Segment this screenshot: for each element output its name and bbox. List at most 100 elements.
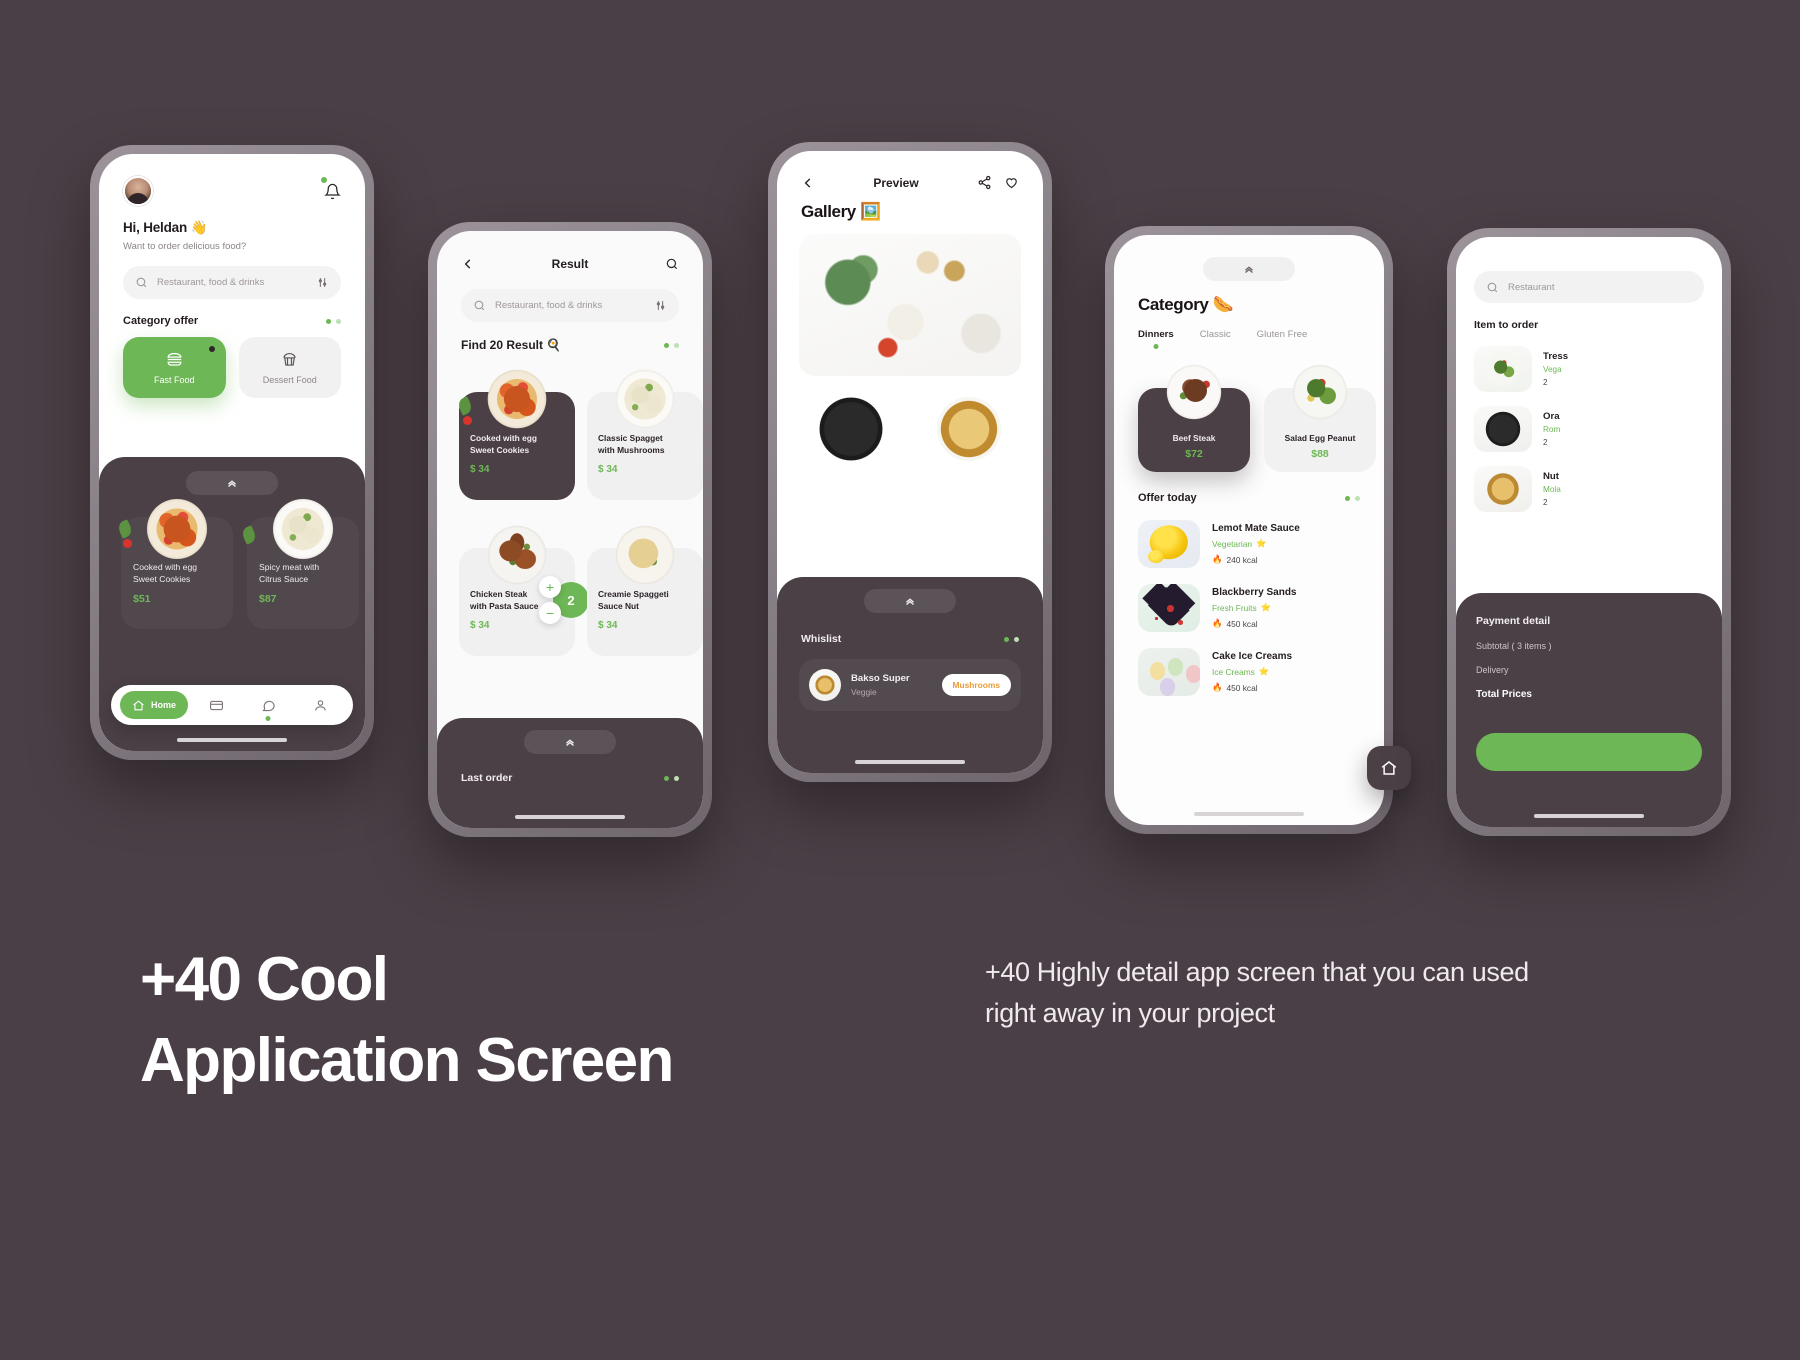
order-item-list: Tress Vega 2 Ora Rom 2 Nut Mola 2 xyxy=(1456,339,1722,519)
whishlist-item-name: Bakso Super xyxy=(851,673,910,684)
order-item-name: Ora xyxy=(1543,411,1560,422)
search-input[interactable]: Restaurant, food & drinks xyxy=(157,277,307,288)
result-row-2: + − 2 Chicken Steak with Pasta Sauce $ 3… xyxy=(437,514,703,656)
result-name-line2: Sauce Nut xyxy=(598,601,639,612)
offer-item[interactable]: Cake Ice Creams Ice Creams ⭐ 🔥 450 kcal xyxy=(1138,640,1360,704)
order-item[interactable]: Nut Mola 2 xyxy=(1474,459,1704,519)
star-icon: ⭐ xyxy=(1260,602,1272,612)
dot-inactive xyxy=(1355,495,1360,501)
tab-dinners[interactable]: Dinners xyxy=(1138,329,1174,340)
category-fast-food[interactable]: Fast Food xyxy=(123,337,226,398)
nav-home-label: Home xyxy=(151,700,177,710)
home-indicator xyxy=(1194,812,1304,816)
collapse-handle[interactable] xyxy=(1203,257,1295,281)
page-title: Preview xyxy=(873,175,919,190)
checkout-button[interactable] xyxy=(1476,733,1702,771)
nav-item-profile[interactable] xyxy=(296,698,344,713)
expand-handle[interactable] xyxy=(186,471,278,495)
result-card[interactable]: Creamie Spaggeti Sauce Nut $ 34 xyxy=(587,514,703,656)
filter-icon[interactable] xyxy=(654,299,667,312)
offer-item[interactable]: Lemot Mate Sauce Vegetarian ⭐ 🔥 240 kcal xyxy=(1138,512,1360,576)
search-bar[interactable]: Restaurant xyxy=(1474,271,1704,303)
order-item-tag: Rom xyxy=(1543,425,1561,434)
home-icon xyxy=(133,699,144,710)
category-tabs: Dinners Classic Gluten Free xyxy=(1114,329,1384,340)
page-title: Result xyxy=(551,257,589,271)
back-arrow-icon[interactable] xyxy=(461,257,475,271)
whishlist-item[interactable]: Bakso Super Veggie Mushrooms xyxy=(799,659,1021,711)
home-dark-panel: Cooked with egg Sweet Cookies $51 Spicy … xyxy=(99,457,365,751)
chevron-up-icon xyxy=(228,480,236,488)
heart-icon[interactable] xyxy=(1004,175,1019,190)
headline-line1: +40 Cool xyxy=(140,945,389,1014)
offer-text: Lemot Mate Sauce Vegetarian ⭐ 🔥 240 kcal xyxy=(1212,523,1300,565)
order-item[interactable]: Tress Vega 2 xyxy=(1474,339,1704,399)
result-row-1: Cooked with egg Sweet Cookies $ 34 Class… xyxy=(437,358,703,500)
chevron-up-icon xyxy=(1245,266,1253,274)
home-food-list: Cooked with egg Sweet Cookies $51 Spicy … xyxy=(99,487,365,629)
expand-handle[interactable] xyxy=(524,730,616,754)
food-name-line2: Sweet Cookies xyxy=(133,574,191,585)
food-thumbnail xyxy=(261,487,345,571)
search-input[interactable]: Restaurant xyxy=(1508,282,1554,293)
offer-thumbnail xyxy=(1138,520,1200,568)
food-card[interactable]: Cooked with egg Sweet Cookies $51 xyxy=(116,487,233,629)
nav-item-home[interactable]: Home xyxy=(120,691,189,719)
offer-thumbnail xyxy=(1138,648,1200,696)
order-item-text: Ora Rom 2 xyxy=(1543,411,1560,447)
category-dessert-food[interactable]: Dessert Food xyxy=(238,337,341,398)
star-icon: ⭐ xyxy=(1258,666,1270,676)
back-arrow-icon[interactable] xyxy=(801,176,815,190)
expand-handle[interactable] xyxy=(864,589,956,613)
offer-tag-row: Fresh Fruits ⭐ xyxy=(1212,602,1297,613)
floating-home-button[interactable] xyxy=(1367,746,1411,790)
quantity-stepper[interactable]: + − 2 xyxy=(539,576,589,624)
order-thumbnail xyxy=(1474,406,1532,452)
gallery-hero-image[interactable] xyxy=(799,234,1021,376)
result-thumbnail xyxy=(604,358,686,440)
order-item[interactable]: Ora Rom 2 xyxy=(1474,399,1704,459)
offer-name: Cake Ice Creams xyxy=(1212,651,1293,662)
result-card[interactable]: Classic Spagget with Mushrooms $ 34 xyxy=(587,358,703,500)
home-icon xyxy=(1381,761,1397,775)
dish-thumbnail xyxy=(1282,354,1358,430)
nav-chat-dot xyxy=(265,715,271,721)
nav-item-card[interactable] xyxy=(192,698,240,713)
dish-card[interactable]: Salad Egg Peanut $88 xyxy=(1264,354,1376,472)
result-thumbnail xyxy=(476,358,558,440)
decrease-button[interactable]: − xyxy=(539,602,561,624)
food-card[interactable]: Spicy meat with Citrus Sauce $87 xyxy=(240,487,359,629)
offer-kcal-row: 🔥 240 kcal xyxy=(1212,554,1300,565)
food-price: $87 xyxy=(259,593,277,606)
notification-bell[interactable] xyxy=(321,176,341,200)
gallery-thumbnail[interactable] xyxy=(917,388,1021,470)
result-card[interactable]: Cooked with egg Sweet Cookies $ 34 xyxy=(456,358,575,500)
offer-item[interactable]: Blackberry Sands Fresh Fruits ⭐ 🔥 450 kc… xyxy=(1138,576,1360,640)
home-indicator xyxy=(177,738,287,742)
dish-card[interactable]: Beef Steak $72 xyxy=(1138,354,1250,472)
filter-icon[interactable] xyxy=(316,276,329,289)
share-icon[interactable] xyxy=(977,175,992,190)
search-icon[interactable] xyxy=(665,257,679,271)
result-header: Result Restaurant, food & drinks Find 20… xyxy=(437,231,703,352)
flame-icon: 🔥 xyxy=(1212,682,1223,692)
whishlist-item-tag[interactable]: Mushrooms xyxy=(941,674,1011,696)
tab-gluten-free[interactable]: Gluten Free xyxy=(1257,329,1308,340)
avatar[interactable] xyxy=(123,176,153,206)
page-title: Category 🌭 xyxy=(1138,295,1234,314)
increase-button[interactable]: + xyxy=(539,576,561,598)
result-name-line2: Sweet Cookies xyxy=(470,445,530,456)
offer-tag-row: Vegetarian ⭐ xyxy=(1212,538,1300,549)
pagination-dots xyxy=(1345,495,1360,501)
dot-active xyxy=(1004,636,1009,642)
search-input[interactable]: Restaurant, food & drinks xyxy=(495,300,645,311)
home-header: Hi, Heldan 👋 Want to order delicious foo… xyxy=(99,154,365,398)
nav-item-chat[interactable] xyxy=(244,698,292,721)
gallery-thumbnail[interactable] xyxy=(799,388,903,470)
tab-classic[interactable]: Classic xyxy=(1200,329,1231,340)
result-count-label: Find 20 Result 🍳 xyxy=(461,338,562,352)
search-bar[interactable]: Restaurant, food & drinks xyxy=(123,266,341,299)
result-card[interactable]: + − 2 Chicken Steak with Pasta Sauce $ 3… xyxy=(459,514,589,656)
subtotal-row: Subtotal ( 3 items ) xyxy=(1476,641,1702,651)
search-bar[interactable]: Restaurant, food & drinks xyxy=(461,289,679,322)
